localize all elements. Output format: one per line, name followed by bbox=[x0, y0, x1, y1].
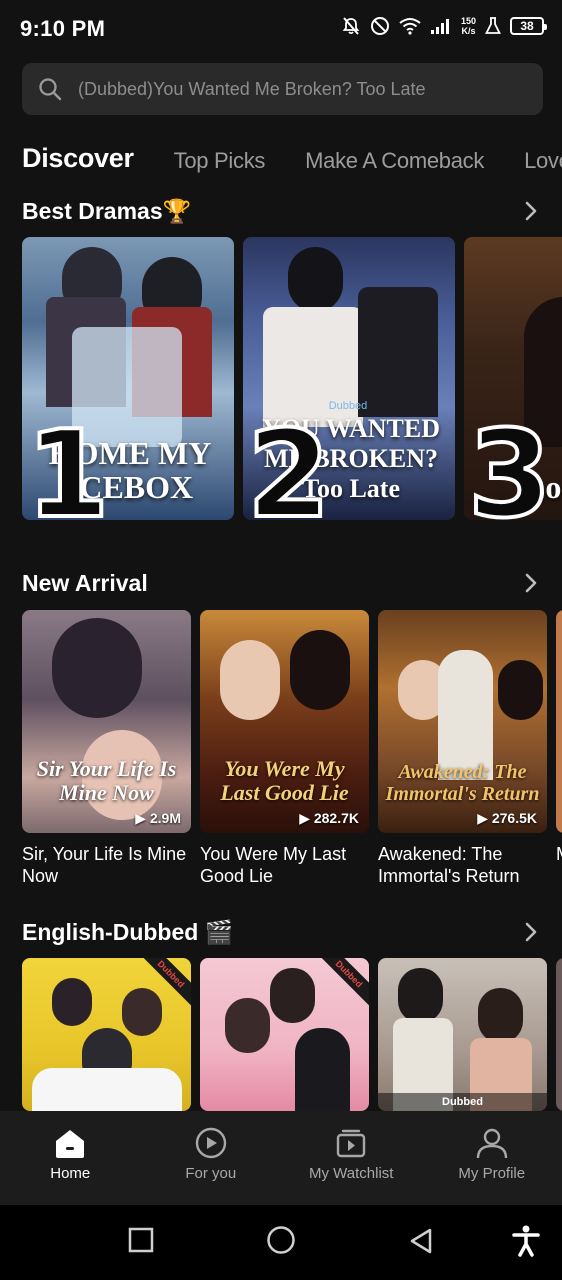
drama-card[interactable]: Awakened: The Immortal's Return ▶ 276.5K… bbox=[378, 610, 547, 900]
chevron-right-icon[interactable] bbox=[524, 200, 538, 222]
drama-poster[interactable] bbox=[556, 958, 562, 1111]
rank-number: 3 bbox=[466, 406, 553, 521]
drama-card[interactable]: You Were My Last Good Lie ▶ 282.7K You W… bbox=[200, 610, 369, 900]
trophy-icon: 🏆 bbox=[162, 198, 192, 224]
search-placeholder: (Dubbed)You Wanted Me Broken? Too Late bbox=[78, 78, 426, 99]
recents-icon[interactable] bbox=[128, 1227, 154, 1253]
search-icon bbox=[39, 78, 62, 101]
watchlist-icon bbox=[337, 1129, 366, 1158]
notifications-off-icon bbox=[342, 17, 360, 35]
chevron-right-icon[interactable] bbox=[524, 572, 538, 594]
cover-title: Awakened: The Immortal's Return bbox=[385, 761, 540, 805]
status-bar: 9:10 PM 150 K/s 38 bbox=[0, 0, 562, 58]
network-speed: 150 K/s bbox=[460, 16, 476, 36]
drama-poster[interactable]: Dubbed bbox=[22, 958, 191, 1111]
tab-love[interactable]: Love bbox=[524, 148, 562, 174]
drama-card[interactable]: Dubbed bbox=[378, 958, 547, 1111]
drama-title[interactable]: Sir, Your Life Is Mine Now bbox=[22, 843, 191, 887]
drama-poster[interactable]: You Were My Last Good Lie ▶ 282.7K bbox=[200, 610, 369, 833]
dubbed-badge: Dubbed bbox=[378, 1093, 547, 1111]
home-icon bbox=[56, 1130, 85, 1158]
best-dramas-header[interactable]: Best Dramas🏆 bbox=[22, 198, 191, 225]
tab-discover[interactable]: Discover bbox=[22, 143, 134, 174]
drama-poster[interactable]: Dubbed bbox=[200, 958, 369, 1111]
nav-profile[interactable]: My Profile bbox=[422, 1111, 562, 1205]
new-arrival-header[interactable]: New Arrival bbox=[22, 570, 148, 597]
drama-title[interactable]: M L bbox=[556, 843, 562, 865]
tab-top-picks[interactable]: Top Picks bbox=[174, 148, 266, 174]
drama-poster[interactable]: Dubbed bbox=[378, 958, 547, 1111]
category-tabs: Discover Top Picks Make A Comeback Love bbox=[22, 134, 562, 174]
view-count: ▶ 282.7K bbox=[299, 810, 359, 826]
cover-title: Sir Your Life Is Mine Now bbox=[36, 756, 177, 805]
flask-icon bbox=[485, 17, 501, 34]
nav-watchlist[interactable]: My Watchlist bbox=[281, 1111, 422, 1205]
cover-title: You Were My Last Good Lie bbox=[220, 756, 349, 805]
back-icon[interactable] bbox=[408, 1227, 434, 1255]
ranked-drama-card[interactable]: HOME MY ICEBOX 1 bbox=[22, 237, 234, 520]
drama-card[interactable]: Sir Your Life Is Mine Now ▶ 2.9M Sir, Yo… bbox=[22, 610, 191, 900]
home-button-icon[interactable] bbox=[266, 1225, 296, 1255]
status-icons: 150 K/s 38 bbox=[341, 16, 547, 36]
chevron-right-icon[interactable] bbox=[524, 921, 538, 943]
drama-poster[interactable]: Sir Your Life Is Mine Now ▶ 2.9M bbox=[22, 610, 191, 833]
bottom-navigation: Home For you My Watchlist My Profile bbox=[0, 1111, 562, 1205]
drama-card[interactable]: Dubbed bbox=[22, 958, 191, 1111]
section-title: New Arrival bbox=[22, 570, 148, 596]
section-title: English-Dubbed bbox=[22, 919, 199, 945]
dubbed-label: Dubbed bbox=[328, 400, 368, 412]
nav-label: My Profile bbox=[458, 1165, 526, 1182]
profile-icon bbox=[476, 1128, 507, 1159]
wifi-icon bbox=[399, 18, 421, 35]
best-dramas-row: HOME MY ICEBOX 1 Dubbed YOU WANTED ME BR… bbox=[22, 237, 562, 537]
search-bar[interactable]: (Dubbed)You Wanted Me Broken? Too Late bbox=[22, 63, 543, 115]
system-navigation-bar bbox=[0, 1205, 562, 1280]
drama-title[interactable]: Awakened: The Immortal's Return bbox=[378, 843, 547, 887]
status-time: 9:10 PM bbox=[20, 16, 106, 41]
dubbed-ribbon: Dubbed bbox=[315, 958, 369, 1008]
clapperboard-icon: 🎬 bbox=[204, 919, 234, 945]
nav-label: For you bbox=[185, 1165, 237, 1182]
drama-poster[interactable] bbox=[556, 610, 562, 833]
view-count: ▶ 2.9M bbox=[135, 810, 181, 826]
drama-card[interactable]: Dubbed bbox=[200, 958, 369, 1111]
nav-for-you[interactable]: For you bbox=[141, 1111, 282, 1205]
drama-title[interactable]: You Were My Last Good Lie bbox=[200, 843, 369, 887]
ranked-drama-card[interactable]: Lo Bitter 3 bbox=[464, 237, 562, 520]
signal-icon bbox=[430, 19, 449, 34]
nav-label: My Watchlist bbox=[309, 1165, 394, 1182]
view-count: ▶ 276.5K bbox=[477, 810, 537, 826]
new-arrival-row: Sir Your Life Is Mine Now ▶ 2.9M Sir, Yo… bbox=[22, 610, 562, 900]
play-circle-icon bbox=[195, 1127, 226, 1159]
app-screen: 9:10 PM 150 K/s 38 (Dubbed)You Wanted Me… bbox=[0, 0, 562, 1280]
battery-icon: 38 bbox=[510, 17, 547, 35]
accessibility-icon[interactable] bbox=[512, 1225, 540, 1257]
drama-card[interactable]: M L bbox=[556, 610, 562, 900]
ranked-drama-card[interactable]: Dubbed YOU WANTED ME BROKEN? Too Late 2 bbox=[243, 237, 455, 520]
drama-poster[interactable]: Awakened: The Immortal's Return ▶ 276.5K bbox=[378, 610, 547, 833]
english-dubbed-header[interactable]: English-Dubbed 🎬 bbox=[22, 919, 233, 946]
rank-number: 2 bbox=[245, 406, 332, 521]
tab-make-a-comeback[interactable]: Make A Comeback bbox=[305, 148, 484, 174]
section-title: Best Dramas bbox=[22, 198, 163, 224]
drama-card[interactable] bbox=[556, 958, 562, 1111]
do-not-disturb-icon bbox=[370, 17, 389, 35]
nav-home[interactable]: Home bbox=[0, 1111, 141, 1205]
nav-label: Home bbox=[50, 1165, 91, 1182]
english-dubbed-row: Dubbed Dubbed Dubbed bbox=[22, 958, 562, 1111]
rank-number: 1 bbox=[24, 406, 111, 521]
